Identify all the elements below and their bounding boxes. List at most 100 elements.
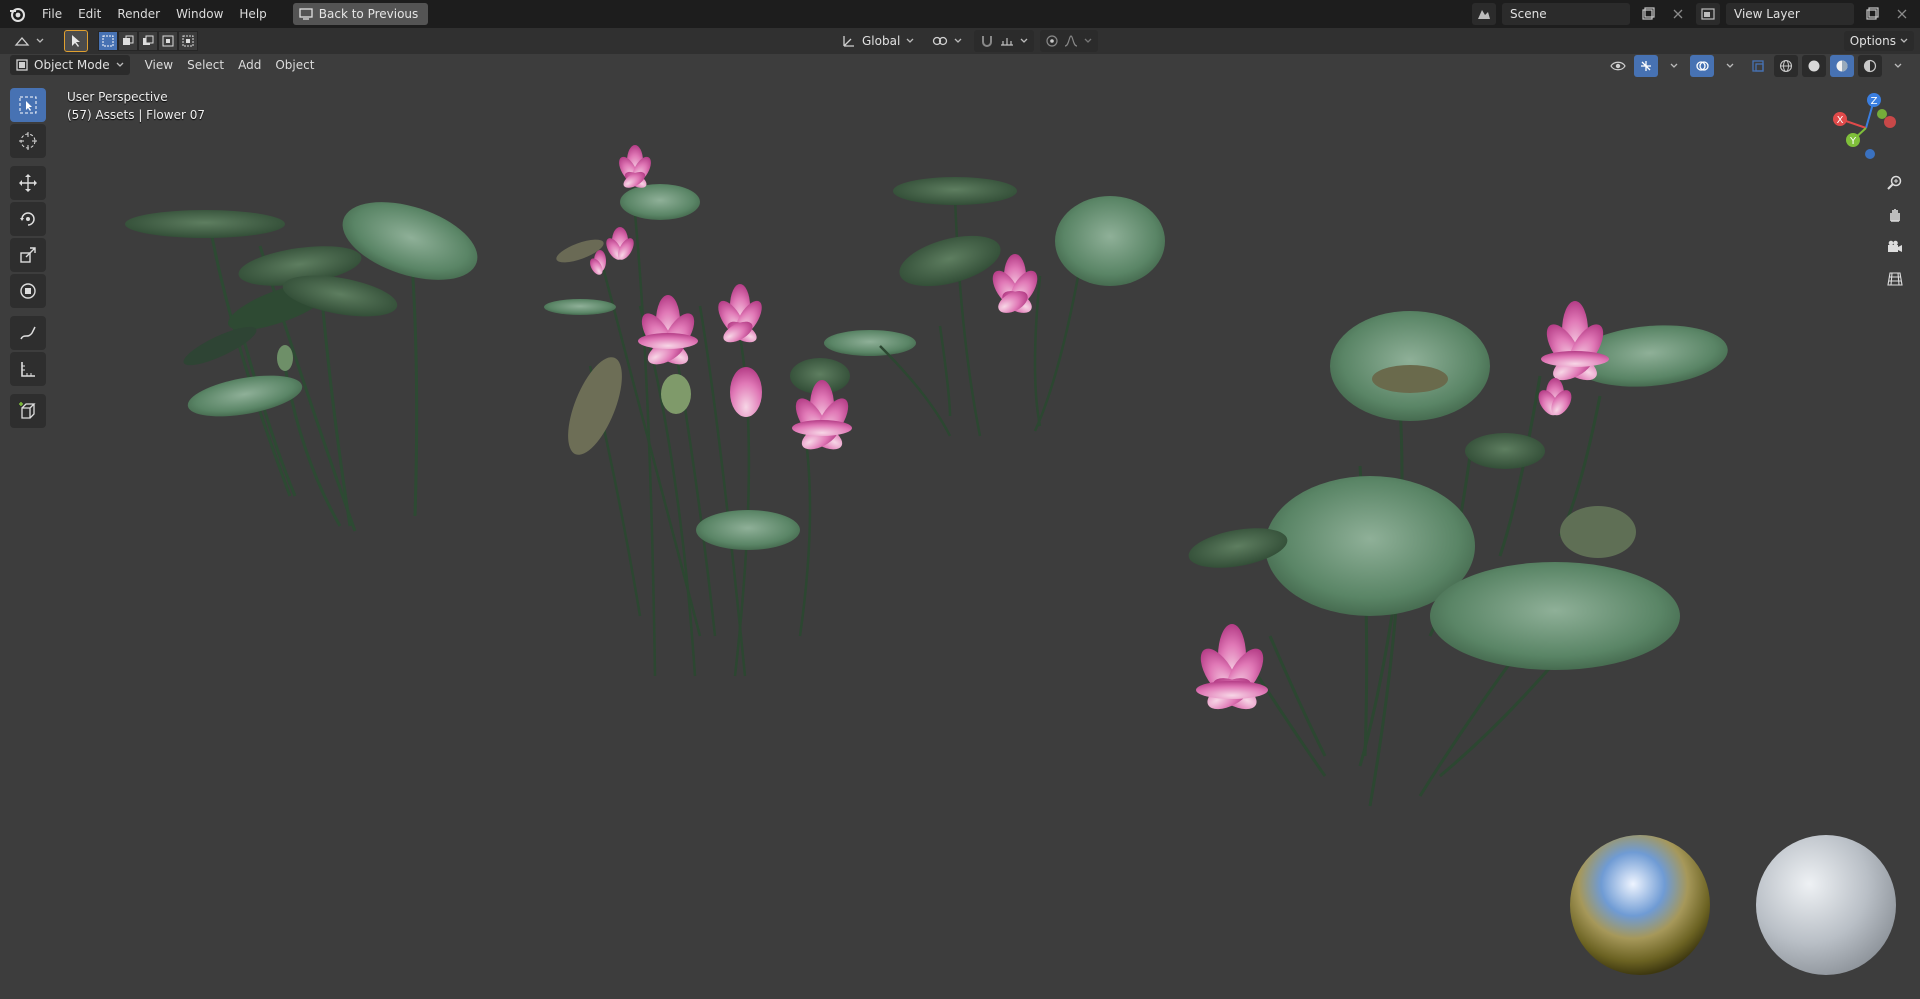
- wireframe-shading-icon[interactable]: [1774, 55, 1798, 77]
- select-box-tool[interactable]: [10, 88, 46, 122]
- lotus-group-4[interactable]: [1186, 301, 1731, 807]
- pivot-point-dropdown[interactable]: [926, 30, 968, 52]
- options-dropdown[interactable]: Options: [1843, 31, 1914, 51]
- shading-chevron-down-icon[interactable]: [1886, 55, 1910, 77]
- menu-window[interactable]: Window: [168, 4, 231, 24]
- gizmo-x-label: X: [1837, 115, 1844, 126]
- navigation-gizmo[interactable]: Z X Y: [1826, 88, 1906, 168]
- overlays-chevron-down-icon[interactable]: [1718, 55, 1742, 77]
- viewport-navigation-buttons: [1882, 170, 1908, 292]
- snapping-dropdown[interactable]: [974, 30, 1035, 52]
- xray-toggle-icon[interactable]: [1746, 55, 1770, 77]
- back-to-previous-label: Back to Previous: [318, 7, 419, 21]
- grid-icon: [1887, 272, 1903, 286]
- zoom-icon: [1887, 175, 1902, 190]
- move-icon: [19, 174, 37, 192]
- mode-set-icon[interactable]: [98, 31, 118, 51]
- lotus-flowers-group-2[interactable]: [544, 145, 916, 677]
- move-tool[interactable]: [10, 166, 46, 200]
- visibility-eye-icon[interactable]: [1606, 55, 1630, 77]
- gizmo-neg-y-axis[interactable]: [1877, 109, 1887, 119]
- lotus-group-3[interactable]: [879, 177, 1165, 437]
- object-mode-dropdown[interactable]: Object Mode: [10, 55, 130, 75]
- viewport-menu-add[interactable]: Add: [231, 58, 268, 72]
- select-tool-button[interactable]: [64, 30, 88, 52]
- view-layer-selector-icon[interactable]: [1696, 3, 1720, 25]
- camera-icon: [1888, 240, 1902, 252]
- blender-logo-icon[interactable]: [6, 3, 28, 25]
- active-object-label: (57) Assets | Flower 07: [67, 108, 205, 122]
- topbar-right-group: Scene View Layer: [1472, 3, 1914, 25]
- gizmo-neg-x-axis[interactable]: [1884, 116, 1896, 128]
- select-box-icon: [19, 96, 37, 114]
- proportional-dot-icon: [1046, 35, 1058, 47]
- proportional-editing-dropdown[interactable]: [1040, 30, 1099, 52]
- gizmo-toggle-icon[interactable]: [1634, 55, 1658, 77]
- view-layer-field[interactable]: View Layer: [1726, 3, 1854, 25]
- measure-tool[interactable]: [10, 352, 46, 386]
- scale-tool[interactable]: [10, 238, 46, 272]
- transform-tool[interactable]: [10, 274, 46, 308]
- mode-invert-icon[interactable]: [158, 31, 178, 51]
- cursor-icon: [19, 132, 37, 150]
- new-scene-icon[interactable]: [1636, 3, 1660, 25]
- annotate-icon: [20, 326, 36, 340]
- scale-icon: [20, 247, 36, 263]
- perspective-label: User Perspective: [67, 90, 168, 104]
- add-cube-tool[interactable]: [10, 394, 46, 428]
- magnet-icon: [982, 36, 993, 47]
- material-preview-shading-icon[interactable]: [1830, 55, 1854, 77]
- pivot-link-icon: [933, 36, 948, 46]
- menu-render[interactable]: Render: [109, 4, 168, 24]
- new-view-layer-icon[interactable]: [1860, 3, 1884, 25]
- object-mode-label: Object Mode: [34, 58, 110, 72]
- mode-extend-icon[interactable]: [118, 31, 138, 51]
- viewport-menu-object[interactable]: Object: [268, 58, 321, 72]
- zoom-button[interactable]: [1882, 170, 1908, 196]
- menu-help[interactable]: Help: [231, 4, 274, 24]
- chevron-down-icon: [1084, 38, 1092, 43]
- cursor-tool[interactable]: [10, 124, 46, 158]
- rendered-shading-icon[interactable]: [1858, 55, 1882, 77]
- cursor-arrow-icon: [72, 35, 80, 47]
- viewport-info-overlay: User Perspective (57) Assets | Flower 07: [67, 88, 205, 124]
- chevron-down-icon: [116, 62, 124, 67]
- viewport-menu-select[interactable]: Select: [180, 58, 231, 72]
- top-menubar: File Edit Render Window Help Back to Pre…: [0, 0, 1920, 28]
- viewport-header: Object Mode View Select Add Object: [0, 54, 1920, 77]
- scene-selector-icon[interactable]: [1472, 3, 1496, 25]
- editor-type-dropdown[interactable]: [8, 30, 50, 52]
- back-to-previous-button[interactable]: Back to Previous: [292, 3, 429, 25]
- transform-icon: [20, 283, 36, 299]
- menu-file[interactable]: File: [34, 4, 70, 24]
- annotate-tool[interactable]: [10, 316, 46, 350]
- rotate-tool[interactable]: [10, 202, 46, 236]
- pan-hand-icon: [1890, 209, 1900, 222]
- pan-button[interactable]: [1882, 202, 1908, 228]
- perspective-toggle-button[interactable]: [1882, 266, 1908, 292]
- hdri-diffuse-sphere: [1756, 835, 1896, 975]
- overlays-toggle-icon[interactable]: [1690, 55, 1714, 77]
- chevron-down-icon: [906, 38, 914, 43]
- gizmo-y-label: Y: [1849, 136, 1857, 147]
- viewport-shading-group: [1606, 55, 1910, 77]
- transform-orientation-dropdown[interactable]: Global: [836, 30, 920, 52]
- lotus-leaves-group-1[interactable]: [125, 187, 487, 532]
- chevron-down-icon: [36, 38, 44, 43]
- delete-scene-icon[interactable]: [1666, 3, 1690, 25]
- delete-view-layer-icon[interactable]: [1890, 3, 1914, 25]
- menu-edit[interactable]: Edit: [70, 4, 109, 24]
- gizmo-z-label: Z: [1871, 96, 1878, 107]
- mode-intersect-icon[interactable]: [178, 31, 198, 51]
- snap-increment-icon: [1001, 38, 1014, 46]
- transform-orientation-label: Global: [862, 34, 901, 48]
- transform-tools-group: Global: [836, 30, 1099, 52]
- gizmo-neg-z-axis[interactable]: [1865, 149, 1875, 159]
- viewport-editor-icon: [14, 37, 30, 46]
- scene-name-field[interactable]: Scene: [1502, 3, 1630, 25]
- viewport-menu-view[interactable]: View: [138, 58, 180, 72]
- solid-shading-icon[interactable]: [1802, 55, 1826, 77]
- gizmo-chevron-down-icon[interactable]: [1662, 55, 1686, 77]
- camera-view-button[interactable]: [1882, 234, 1908, 260]
- mode-subtract-icon[interactable]: [138, 31, 158, 51]
